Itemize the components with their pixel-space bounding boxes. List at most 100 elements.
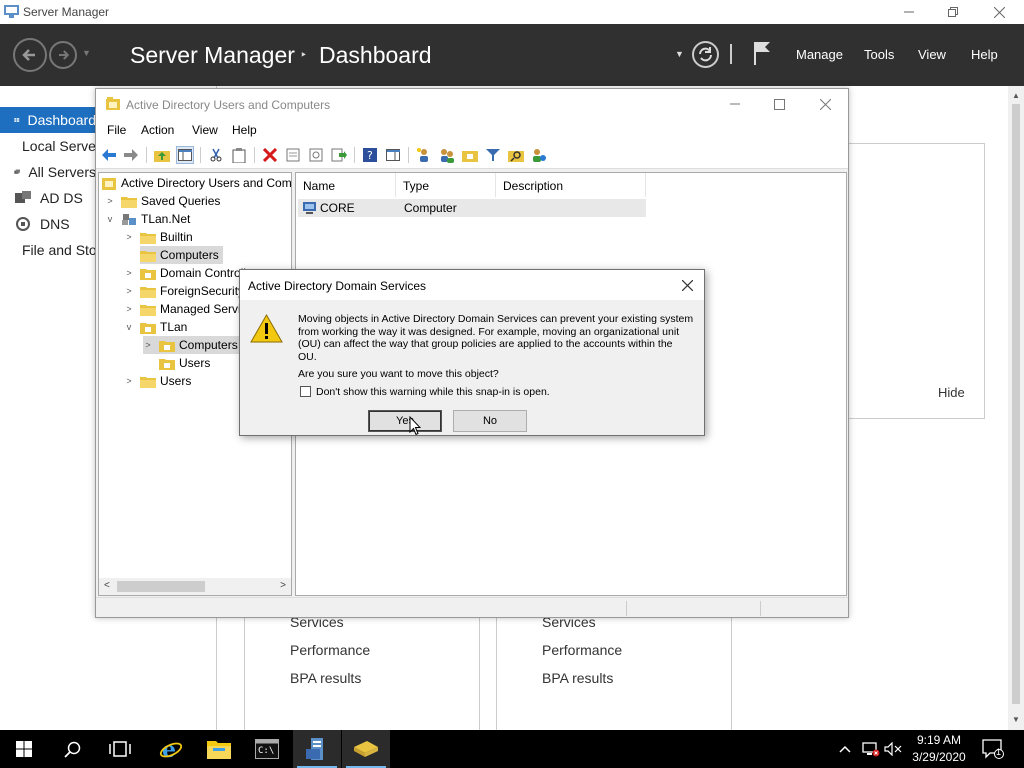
tree-builtin[interactable]: > Builtin <box>124 228 192 246</box>
back-button[interactable] <box>13 38 47 72</box>
new-user-button[interactable] <box>415 146 433 164</box>
scroll-left-icon[interactable]: < <box>104 580 110 591</box>
search-button[interactable] <box>48 730 96 768</box>
menu-help[interactable]: Help <box>232 123 257 137</box>
notifications-dropdown-icon[interactable]: ▼ <box>675 49 684 59</box>
tree-horizontal-scrollbar[interactable]: < > <box>99 578 291 595</box>
menu-manage[interactable]: Manage <box>796 47 843 62</box>
tree-saved-queries[interactable]: > Saved Queries <box>105 192 220 210</box>
history-dropdown-icon[interactable]: ▼ <box>82 48 91 58</box>
no-button[interactable]: No <box>453 410 527 432</box>
aduc-close-button[interactable] <box>802 89 848 119</box>
tile-performance-link[interactable]: Performance <box>542 642 622 658</box>
refresh-button[interactable] <box>307 146 325 164</box>
add-to-group-button[interactable] <box>530 146 548 164</box>
scroll-down-icon[interactable]: ▼ <box>1008 712 1024 728</box>
back-button[interactable] <box>100 146 118 164</box>
aduc-maximize-button[interactable] <box>756 89 802 119</box>
help-button[interactable]: ? <box>361 146 379 164</box>
filter-button[interactable] <box>484 146 502 164</box>
start-button[interactable] <box>0 730 48 768</box>
taskbar-clock[interactable]: 9:19 AM 3/29/2020 <box>906 732 972 766</box>
dont-show-warning-label[interactable]: Don't show this warning while this snap-… <box>316 386 550 398</box>
sidebar-item-dns[interactable]: DNS <box>0 211 96 237</box>
collapse-chevron-icon[interactable]: v <box>124 322 134 332</box>
new-group-button[interactable] <box>438 146 456 164</box>
delete-button[interactable] <box>261 146 279 164</box>
menu-file[interactable]: File <box>107 123 126 137</box>
volume-tray-icon[interactable] <box>884 730 902 768</box>
vertical-scrollbar[interactable]: ▲ ▼ <box>1008 86 1024 730</box>
forward-button[interactable] <box>122 146 140 164</box>
dont-show-warning-checkbox[interactable] <box>300 386 311 397</box>
tree-domain[interactable]: v TLan.Net <box>105 210 191 228</box>
task-view-button[interactable] <box>96 730 144 768</box>
sidebar-item-local-server[interactable]: Local Server <box>0 133 101 159</box>
sidebar-item-dashboard[interactable]: Dashboard <box>0 107 96 133</box>
show-hidden-icons-button[interactable] <box>838 730 852 768</box>
column-header-type[interactable]: Type <box>396 173 496 197</box>
tile-bpa-link[interactable]: BPA results <box>542 670 613 686</box>
scroll-thumb[interactable] <box>117 581 205 592</box>
paste-button[interactable] <box>230 146 248 164</box>
expand-chevron-icon[interactable]: > <box>124 268 134 278</box>
aduc-minimize-button[interactable] <box>712 89 758 119</box>
action-center-button[interactable]: 1 <box>982 730 1004 768</box>
taskbar-file-explorer[interactable] <box>195 730 243 768</box>
tree-computers[interactable]: Computers <box>140 246 223 264</box>
forward-button[interactable] <box>49 41 77 69</box>
cut-button[interactable] <box>207 146 225 164</box>
network-tray-icon[interactable] <box>862 730 880 768</box>
hide-link[interactable]: Hide <box>938 385 965 400</box>
scroll-up-icon[interactable]: ▲ <box>1008 88 1024 104</box>
expand-chevron-icon[interactable]: > <box>143 340 153 350</box>
minimize-button[interactable] <box>886 0 932 24</box>
tree-root[interactable]: Active Directory Users and Computers [WI… <box>101 174 291 192</box>
aduc-snapin-icon <box>102 177 116 190</box>
column-header-description[interactable]: Description <box>496 173 646 197</box>
sidebar-item-ad-ds[interactable]: AD DS <box>0 185 96 211</box>
flag-icon[interactable] <box>752 40 772 66</box>
scroll-right-icon[interactable]: > <box>280 580 286 591</box>
up-one-level-button[interactable] <box>153 146 171 164</box>
menu-view[interactable]: View <box>192 123 218 137</box>
tree-users[interactable]: > Users <box>124 372 191 390</box>
menu-action[interactable]: Action <box>141 123 174 137</box>
tree-tlan-ou[interactable]: v TLan <box>124 318 188 336</box>
close-button[interactable] <box>976 0 1022 24</box>
export-list-button[interactable] <box>330 146 348 164</box>
column-header-name[interactable]: Name <box>296 173 396 197</box>
new-ou-button[interactable] <box>461 146 479 164</box>
tree-tlan-computers[interactable]: > Computers <box>143 336 242 354</box>
notification-count: 1 <box>996 747 1002 757</box>
sidebar-item-file-storage[interactable]: File and Storage Services <box>0 237 182 263</box>
expand-chevron-icon[interactable]: > <box>124 286 134 296</box>
refresh-button[interactable] <box>692 41 719 68</box>
menu-tools[interactable]: Tools <box>864 47 894 62</box>
properties-button[interactable] <box>284 146 302 164</box>
yes-button[interactable]: Yes <box>368 410 442 432</box>
expand-chevron-icon[interactable]: > <box>105 196 115 206</box>
tile-bpa-link[interactable]: BPA results <box>290 670 361 686</box>
find-button[interactable] <box>507 146 525 164</box>
restore-button[interactable] <box>930 0 976 24</box>
breadcrumb-root[interactable]: Server Manager <box>130 42 295 69</box>
menu-view[interactable]: View <box>918 47 946 62</box>
expand-chevron-icon[interactable]: > <box>124 232 134 242</box>
taskbar-aduc[interactable] <box>342 730 390 768</box>
show-hide-tree-button[interactable] <box>176 146 194 164</box>
menu-help[interactable]: Help <box>971 47 998 62</box>
expand-chevron-icon[interactable]: > <box>124 304 134 314</box>
taskbar-internet-explorer[interactable]: e <box>147 730 195 768</box>
dialog-close-button[interactable] <box>672 270 702 300</box>
show-action-pane-button[interactable] <box>384 146 402 164</box>
taskbar-server-manager[interactable] <box>293 730 341 768</box>
tile-performance-link[interactable]: Performance <box>290 642 370 658</box>
collapse-chevron-icon[interactable]: v <box>105 214 115 224</box>
sidebar-item-all-servers[interactable]: All Servers <box>0 159 96 185</box>
tree-tlan-users[interactable]: Users <box>159 354 210 372</box>
expand-chevron-icon[interactable]: > <box>124 376 134 386</box>
scroll-thumb[interactable] <box>1012 104 1020 704</box>
taskbar-command-prompt[interactable]: C:\ <box>243 730 291 768</box>
list-item[interactable]: CORE Computer <box>298 199 646 217</box>
